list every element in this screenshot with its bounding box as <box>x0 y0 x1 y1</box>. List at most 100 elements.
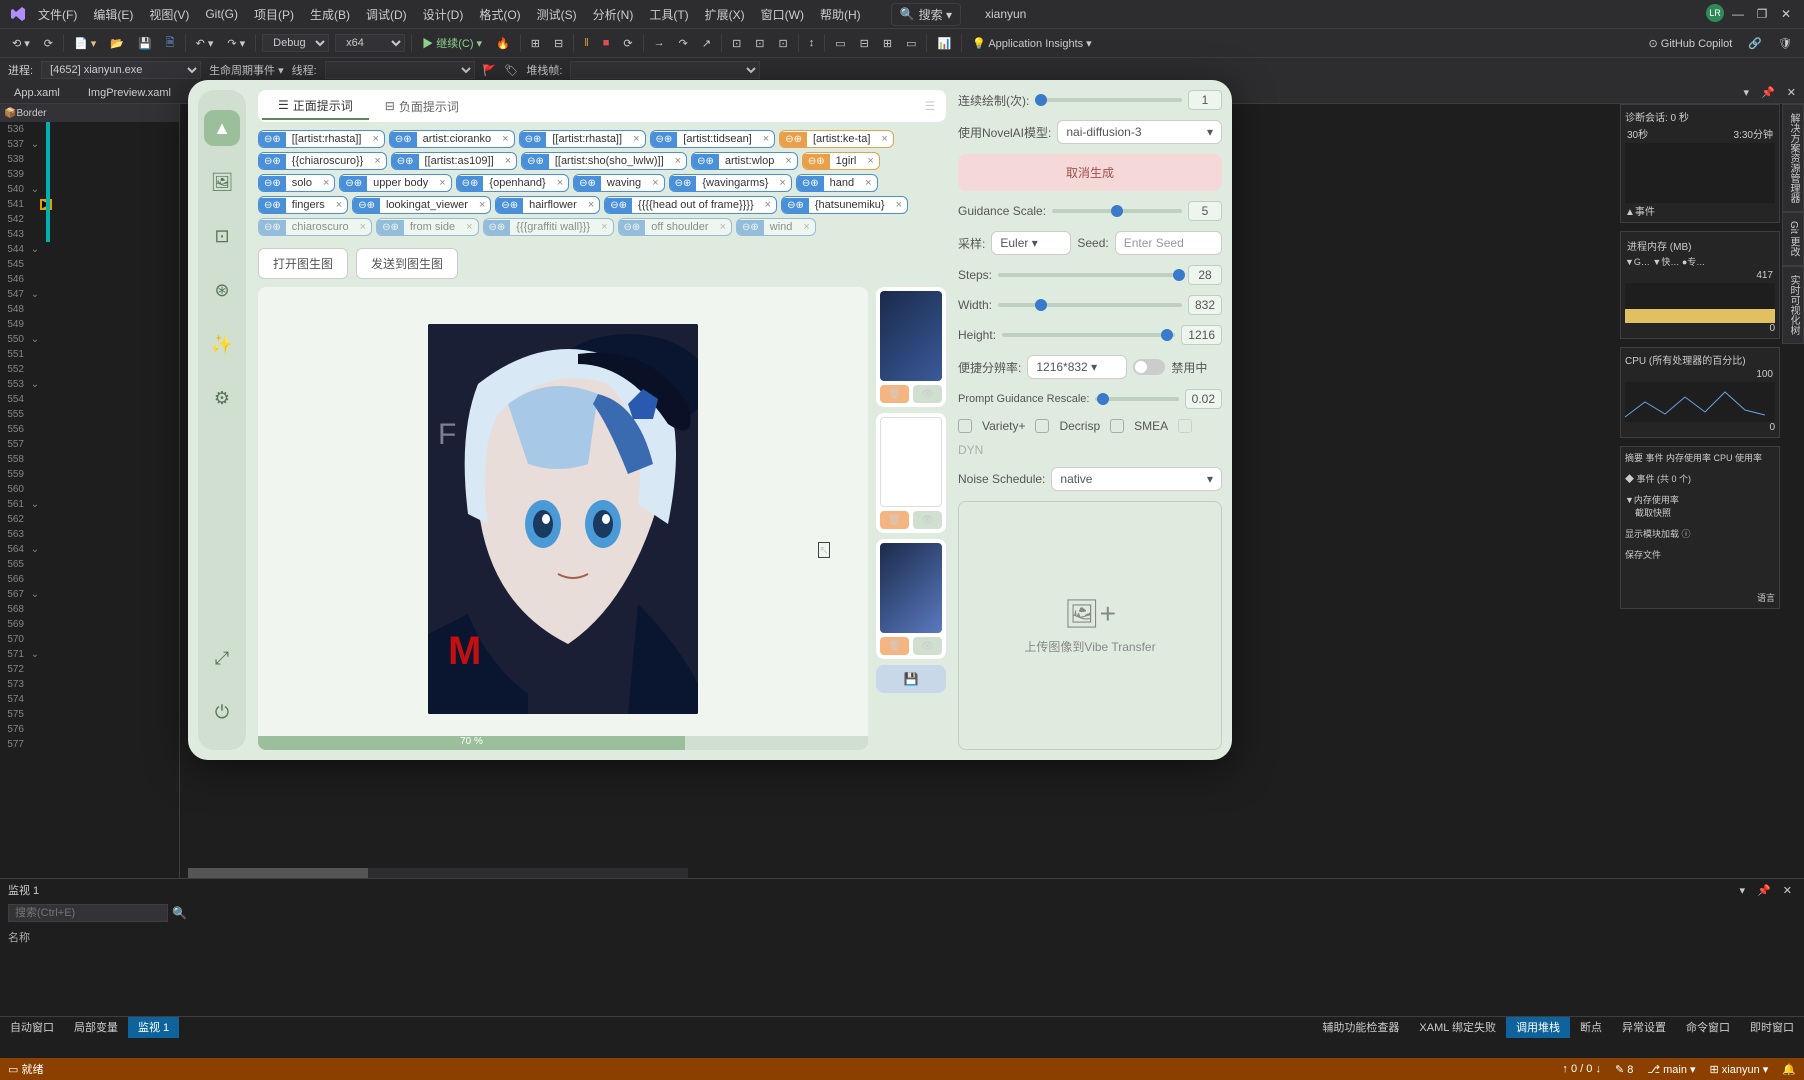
tag-remove[interactable]: × <box>758 131 774 147</box>
preset-select[interactable]: 1216*832 ▾ <box>1027 355 1127 379</box>
hot-reload-button[interactable]: 🔥 <box>492 35 514 52</box>
gscale-slider[interactable] <box>1052 201 1182 221</box>
decrisp-checkbox[interactable] <box>1035 419 1049 433</box>
cpu-graph[interactable] <box>1625 382 1775 422</box>
tab-positive[interactable]: ☰正面提示词 <box>262 93 369 120</box>
tag-weight-controls[interactable]: ⊖⊕ <box>259 176 286 191</box>
btab-watch1[interactable]: 监视 1 <box>128 1017 179 1038</box>
side-tab-3[interactable]: 实时可视化树 <box>1782 266 1804 344</box>
thumb-2[interactable]: 🗑👁 <box>876 413 946 533</box>
menu-file[interactable]: 文件(F) <box>32 0 83 28</box>
redo-button[interactable]: ↷ ▾ <box>223 35 249 52</box>
btab-autos[interactable]: 自动窗口 <box>0 1017 64 1038</box>
tb-icon-flag[interactable]: 🚩 <box>483 64 497 77</box>
tag-weight-controls[interactable]: ⊖⊕ <box>520 132 547 147</box>
stop-button[interactable]: ■ <box>599 35 614 51</box>
tag-weight-controls[interactable]: ⊖⊕ <box>605 198 632 213</box>
sb-home[interactable]: ▲ <box>204 110 240 146</box>
menu-format[interactable]: 格式(O) <box>473 0 526 28</box>
diag-summary-tabs[interactable]: 摘要 事件 内存使用率 CPU 使用率 <box>1625 451 1775 464</box>
save-button[interactable]: 💾 <box>134 35 156 52</box>
thumb-1-view[interactable]: 👁 <box>913 385 942 403</box>
vibe-upload[interactable]: 🖼+ 上传图像到Vibe Transfer <box>958 501 1222 750</box>
thumb-3-view[interactable]: 👁 <box>913 637 942 655</box>
tag-remove[interactable]: × <box>670 153 686 169</box>
tag-weight-controls[interactable]: ⊖⊕ <box>484 220 511 235</box>
prompt-tag[interactable]: ⊖⊕{wavingarms}× <box>669 174 792 192</box>
tag-weight-controls[interactable]: ⊖⊕ <box>377 220 404 235</box>
seed-input[interactable]: Enter Seed <box>1115 231 1222 255</box>
thumb-1[interactable]: 🗑👁 <box>876 287 946 407</box>
menu-analyze[interactable]: 分析(N) <box>587 0 640 28</box>
prompt-tag[interactable]: ⊖⊕{hatsunemiku}× <box>781 196 908 214</box>
prompt-tag[interactable]: ⊖⊕[artist:ke-ta]× <box>779 130 894 148</box>
sb-ai[interactable]: ⊛ <box>204 272 240 308</box>
sb-transform[interactable]: ⊡ <box>204 218 240 254</box>
width-slider[interactable] <box>998 295 1182 315</box>
prompt-tag[interactable]: ⊖⊕[[artist:as109]]× <box>391 152 517 170</box>
steps-slider[interactable] <box>998 265 1182 285</box>
tb-layout2[interactable]: ⊟ <box>856 35 873 52</box>
tag-weight-controls[interactable]: ⊖⊕ <box>496 198 523 213</box>
tag-remove[interactable]: × <box>500 153 516 169</box>
tag-remove[interactable]: × <box>774 175 790 191</box>
side-tab-2[interactable]: Git 更改 <box>1782 212 1804 266</box>
menu-window[interactable]: 窗口(W) <box>755 0 810 28</box>
tag-weight-controls[interactable]: ⊖⊕ <box>259 154 286 169</box>
user-avatar[interactable]: LR <box>1706 4 1724 22</box>
appinsights-button[interactable]: 💡 Application Insights ▾ <box>968 35 1096 52</box>
tag-weight-controls[interactable]: ⊖⊕ <box>457 176 484 191</box>
saveall-button[interactable]: 🗎 <box>162 32 179 55</box>
breadcrumb[interactable]: 📦 Border <box>0 104 179 122</box>
tabs-close[interactable]: ✕ <box>1783 84 1800 101</box>
global-search[interactable]: 🔍 搜索 ▾ <box>891 3 961 26</box>
tag-remove[interactable]: × <box>369 153 385 169</box>
tag-remove[interactable]: × <box>434 175 450 191</box>
tab-imgpreview-xaml[interactable]: ImgPreview.xaml <box>74 82 185 103</box>
new-button[interactable]: 📄 ▾ <box>70 35 100 52</box>
prompt-tag[interactable]: ⊖⊕hairflower× <box>495 196 600 214</box>
cancel-generation-button[interactable]: 取消生成 <box>958 154 1222 191</box>
tag-remove[interactable]: × <box>647 175 663 191</box>
tag-remove[interactable]: × <box>862 153 878 169</box>
undo-button[interactable]: ↶ ▾ <box>192 35 218 52</box>
save-all-button[interactable]: 💾 <box>876 665 946 693</box>
noise-select[interactable]: native ▾ <box>1051 467 1222 491</box>
prompt-tag[interactable]: ⊖⊕from side× <box>376 218 478 236</box>
watch-close[interactable]: ✕ <box>1779 882 1796 899</box>
prompt-tag[interactable]: ⊖⊕{{{{head out of frame}}}}× <box>604 196 777 214</box>
thumb-3[interactable]: 🗑👁 <box>876 539 946 659</box>
tag-remove[interactable]: × <box>876 131 892 147</box>
maximize-button[interactable]: ❐ <box>1752 4 1772 24</box>
model-select[interactable]: nai-diffusion-3 ▾ <box>1057 120 1222 144</box>
mem-graph[interactable] <box>1625 283 1775 323</box>
share-button[interactable]: 🔗 <box>1744 35 1766 52</box>
tag-remove[interactable]: × <box>780 153 796 169</box>
prompt-tag[interactable]: ⊖⊕{openhand}× <box>456 174 570 192</box>
search-submit-icon[interactable]: 🔍 <box>172 906 187 920</box>
btab-locals[interactable]: 局部变量 <box>64 1017 128 1038</box>
btab-exceptions[interactable]: 异常设置 <box>1612 1017 1676 1038</box>
btab-immediate[interactable]: 即时窗口 <box>1740 1017 1804 1038</box>
events-graph[interactable] <box>1625 143 1775 203</box>
tag-remove[interactable]: × <box>355 219 371 235</box>
tag-remove[interactable]: × <box>596 219 612 235</box>
copilot-button[interactable]: ⊙ GitHub Copilot <box>1645 35 1737 52</box>
menu-git[interactable]: Git(G) <box>199 0 244 28</box>
tag-weight-controls[interactable]: ⊖⊕ <box>782 198 809 213</box>
prompt-tag[interactable]: ⊖⊕fingers× <box>258 196 348 214</box>
tag-weight-controls[interactable]: ⊖⊕ <box>619 220 646 235</box>
tag-weight-controls[interactable]: ⊖⊕ <box>803 154 830 169</box>
tag-weight-controls[interactable]: ⊖⊕ <box>692 154 719 169</box>
prompt-tag[interactable]: ⊖⊕{{{graffiti wall}}}× <box>483 218 614 236</box>
tag-remove[interactable]: × <box>583 197 599 213</box>
step-out[interactable]: ↗ <box>698 35 715 52</box>
btab-xaml-bind[interactable]: XAML 绑定失败 <box>1409 1017 1506 1038</box>
prompt-tag[interactable]: ⊖⊕[artist:tidsean]× <box>650 130 776 148</box>
step-into[interactable]: → <box>650 35 669 51</box>
step-over[interactable]: ↷ <box>675 35 692 52</box>
notifications-icon[interactable]: 🔔 <box>1782 1063 1796 1076</box>
prompt-tag[interactable]: ⊖⊕artist:wlop× <box>691 152 798 170</box>
tag-weight-controls[interactable]: ⊖⊕ <box>651 132 678 147</box>
tag-weight-controls[interactable]: ⊖⊕ <box>259 132 286 147</box>
